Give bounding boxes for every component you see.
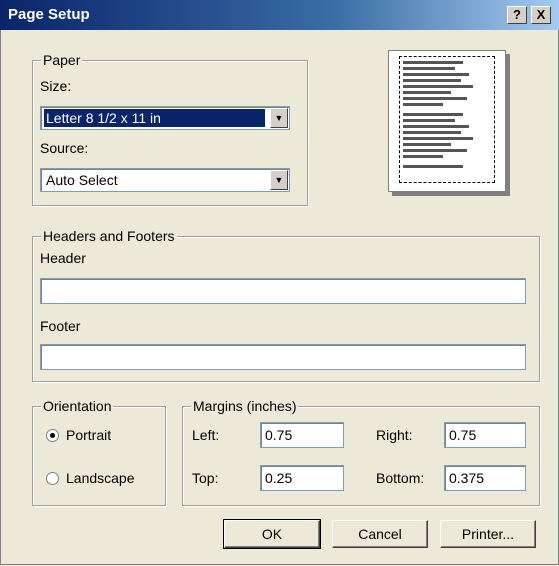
portrait-radio[interactable] bbox=[46, 429, 59, 442]
orientation-legend: Orientation bbox=[41, 398, 114, 414]
left-margin-label: Left: bbox=[192, 427, 220, 443]
preview-line bbox=[403, 61, 463, 64]
headers-footers-legend: Headers and Footers bbox=[41, 228, 177, 244]
paper-size-value: Letter 8 1/2 x 11 in bbox=[44, 109, 265, 127]
landscape-radio[interactable] bbox=[46, 472, 59, 485]
top-margin-label: Top: bbox=[192, 470, 219, 486]
size-label: Size: bbox=[40, 78, 72, 94]
paper-size-select[interactable]: Letter 8 1/2 x 11 in ▼ bbox=[40, 106, 290, 130]
portrait-label[interactable]: Portrait bbox=[66, 427, 111, 443]
preview-line bbox=[403, 97, 467, 100]
margins-group: Margins (inches) bbox=[182, 398, 540, 506]
bottom-margin-field[interactable]: 0.375 bbox=[444, 465, 526, 491]
preview-line bbox=[403, 113, 463, 116]
close-button[interactable]: X bbox=[531, 6, 551, 24]
preview-line bbox=[403, 143, 451, 146]
header-label: Header bbox=[40, 250, 86, 266]
left-margin-field[interactable]: 0.75 bbox=[260, 422, 344, 448]
dialog-title: Page Setup bbox=[8, 6, 90, 23]
cancel-button[interactable]: Cancel bbox=[332, 520, 428, 548]
right-margin-field[interactable]: 0.75 bbox=[444, 422, 526, 448]
right-margin-label: Right: bbox=[376, 427, 413, 443]
footer-label: Footer bbox=[40, 318, 81, 334]
preview-line bbox=[403, 91, 451, 94]
footer-field[interactable] bbox=[40, 344, 526, 370]
paper-legend: Paper bbox=[41, 52, 83, 68]
preview-line bbox=[403, 149, 467, 152]
header-field[interactable] bbox=[40, 278, 526, 304]
source-label: Source: bbox=[40, 140, 89, 156]
preview-line bbox=[403, 119, 455, 122]
preview-line bbox=[403, 85, 473, 88]
preview-line bbox=[403, 137, 473, 140]
radio-selected-dot bbox=[50, 433, 55, 438]
preview-line bbox=[403, 73, 469, 76]
bottom-margin-label: Bottom: bbox=[376, 470, 425, 486]
orientation-group: Orientation bbox=[32, 398, 166, 506]
landscape-label[interactable]: Landscape bbox=[66, 470, 135, 486]
printer-button[interactable]: Printer... bbox=[440, 520, 536, 548]
chevron-down-icon[interactable]: ▼ bbox=[270, 108, 288, 128]
page-preview-icon bbox=[388, 50, 506, 192]
preview-line bbox=[403, 165, 463, 168]
preview-line bbox=[403, 67, 455, 70]
top-margin-field[interactable]: 0.25 bbox=[260, 465, 344, 491]
margins-legend: Margins (inches) bbox=[191, 398, 299, 414]
preview-line bbox=[403, 131, 461, 134]
preview-line bbox=[403, 79, 461, 82]
paper-source-value: Auto Select bbox=[46, 172, 118, 188]
help-button[interactable]: ? bbox=[507, 6, 527, 24]
preview-line bbox=[403, 125, 469, 128]
preview-line bbox=[403, 103, 443, 106]
title-bar[interactable]: Page Setup ? X bbox=[0, 0, 559, 30]
ok-button[interactable]: OK bbox=[223, 519, 321, 549]
paper-source-select[interactable]: Auto Select ▼ bbox=[40, 168, 290, 192]
chevron-down-icon[interactable]: ▼ bbox=[270, 170, 288, 190]
preview-line bbox=[403, 155, 443, 158]
